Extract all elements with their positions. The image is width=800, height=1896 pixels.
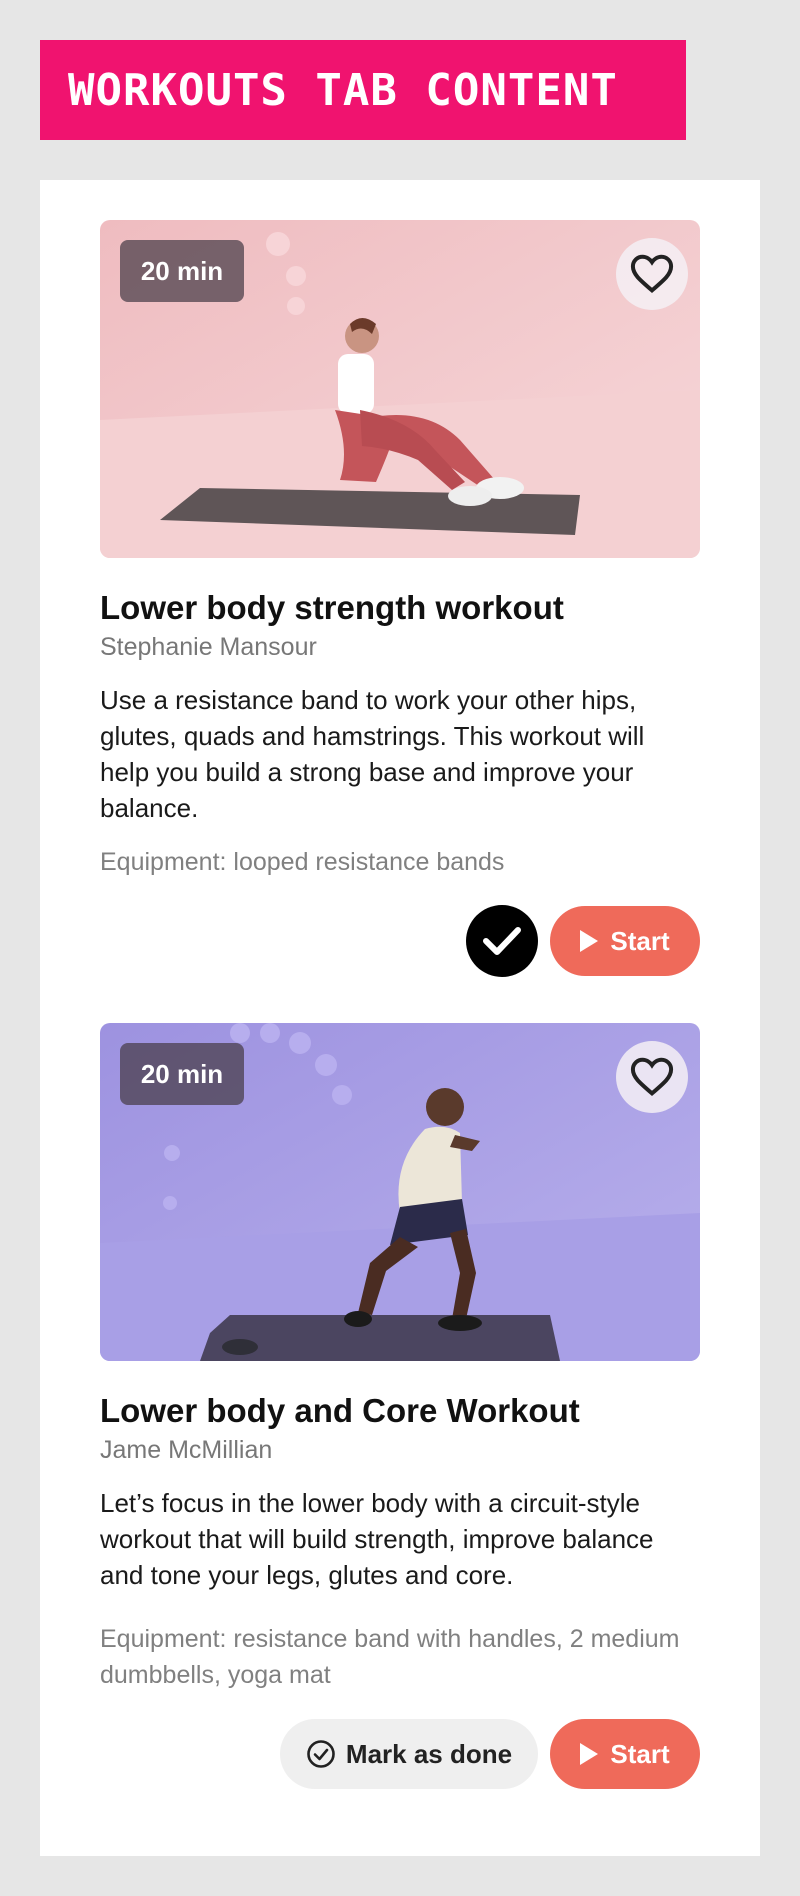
start-button-label: Start: [610, 1738, 670, 1769]
workout-thumbnail[interactable]: 20 min: [100, 220, 700, 558]
mark-as-done-button[interactable]: Mark as done: [280, 1719, 538, 1789]
workout-equipment: Equipment: resistance band with handles,…: [100, 1625, 680, 1689]
workout-actions: Start: [100, 905, 700, 978]
heart-outline-icon: [630, 254, 674, 293]
workout-thumbnail[interactable]: 20 min: [100, 1023, 700, 1361]
mark-as-done-label: Mark as done: [345, 1738, 513, 1769]
checkmark-icon: [483, 927, 521, 955]
duration-badge: 20 min: [120, 240, 244, 302]
start-button[interactable]: Start: [550, 906, 700, 976]
workout-instructor: Stephanie Mansour: [100, 633, 317, 661]
workout-equipment: Equipment: looped resistance bands: [100, 848, 505, 876]
workout-instructor: Jame McMillian: [100, 1436, 273, 1464]
workouts-list: 20 min Lower body strength workout Steph…: [40, 180, 760, 1856]
workout-card: 20 min Lower body and Core Workout Jame …: [100, 1023, 700, 1791]
favorite-button[interactable]: [616, 1041, 688, 1113]
workout-description: Use a resistance band to work your other…: [100, 685, 645, 823]
favorite-button[interactable]: [616, 238, 688, 310]
page-title: WORKOUTS TAB CONTENT: [68, 64, 618, 116]
start-button-label: Start: [610, 925, 670, 956]
play-icon: [580, 1743, 599, 1765]
heart-outline-icon: [630, 1057, 674, 1096]
workout-card: 20 min Lower body strength workout Steph…: [100, 220, 700, 978]
workout-description: Let’s focus in the lower body with a cir…: [100, 1488, 654, 1590]
workout-actions: Mark as done Start: [100, 1719, 700, 1791]
page-header-banner: WORKOUTS TAB CONTENT: [40, 40, 686, 140]
start-button[interactable]: Start: [550, 1719, 700, 1789]
workout-title: Lower body and Core Workout: [100, 1392, 580, 1429]
workout-title: Lower body strength workout: [100, 589, 564, 626]
check-circle-icon: [307, 1740, 335, 1768]
completed-toggle[interactable]: [466, 905, 538, 977]
play-icon: [580, 930, 599, 952]
duration-badge: 20 min: [120, 1043, 244, 1105]
